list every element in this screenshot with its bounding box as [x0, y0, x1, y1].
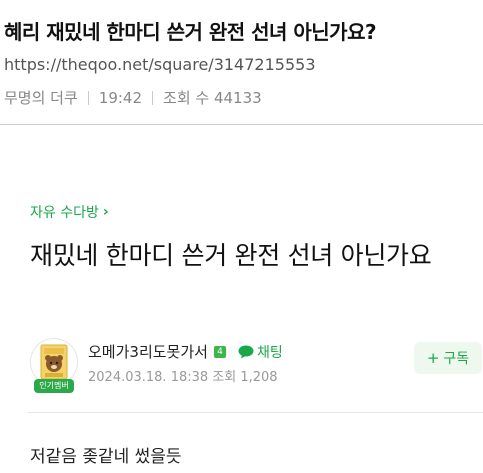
- subscribe-button[interactable]: + 구독: [414, 342, 482, 374]
- source-header: 혜리 재밌네 한마디 쓴거 완전 선녀 아닌가요? https://theqoo…: [0, 0, 483, 125]
- chat-button[interactable]: 채팅: [238, 342, 283, 362]
- article-time: 19:42: [98, 88, 143, 107]
- article-meta: 무명의 더쿠 19:42 조회 수 44133: [4, 87, 262, 108]
- level-badge-icon: 4: [213, 345, 226, 358]
- chat-label: 채팅: [256, 344, 283, 361]
- category-label: 자유 수다방: [30, 205, 99, 221]
- plus-icon: +: [426, 349, 440, 367]
- post-body: 저같음 좆같네 썼을듯: [30, 447, 182, 467]
- content-divider: [28, 412, 483, 413]
- author-name[interactable]: 오메가3리도못가서: [88, 341, 208, 362]
- meta-divider: [152, 90, 154, 105]
- post-title: 재밌네 한마디 쓴거 완전 선녀 아닌가요: [30, 241, 432, 270]
- author-line: 오메가3리도못가서 4 채팅: [88, 341, 283, 362]
- article-author: 무명의 더쿠: [4, 89, 78, 107]
- popular-member-badge: 인기멤버: [34, 379, 74, 393]
- header-divider: [0, 124, 483, 125]
- chat-bubble-icon: [238, 345, 254, 358]
- subscribe-label: 구독: [443, 351, 470, 367]
- category-link[interactable]: 자유 수다방 ›: [30, 202, 109, 222]
- chevron-right-icon: ›: [102, 204, 109, 220]
- meta-divider: [87, 90, 89, 105]
- post-date-views: 2024.03.18. 18:38 조회 1,208: [88, 370, 278, 385]
- article-headline: 혜리 재밌네 한마디 쓴거 완전 선녀 아닌가요?: [4, 20, 377, 44]
- article-views: 조회 수 44133: [163, 89, 262, 107]
- source-url[interactable]: https://theqoo.net/square/3147215553: [4, 55, 316, 74]
